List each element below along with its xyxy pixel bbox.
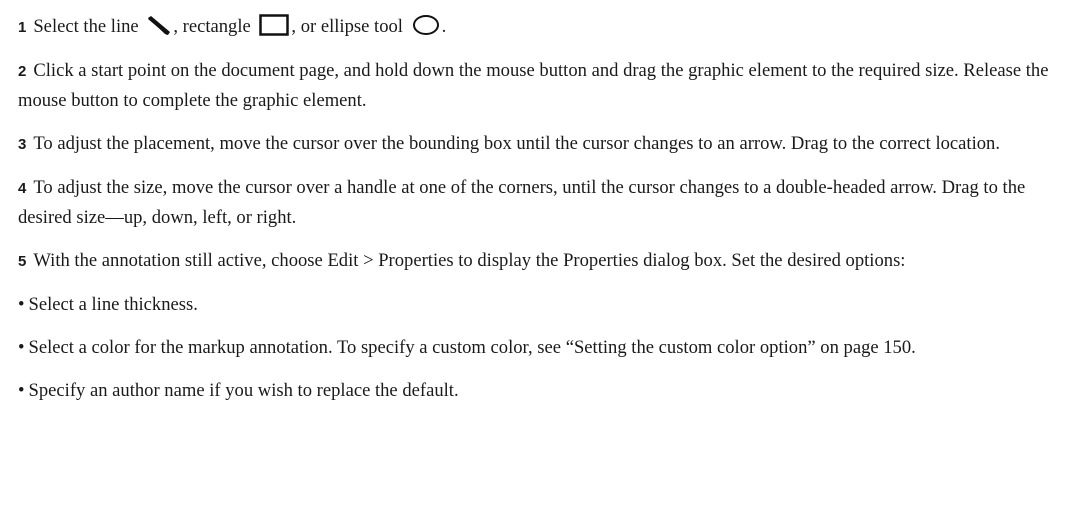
bullet-item-line-thickness: • Select a line thickness. (18, 290, 1058, 319)
step-1-text-b: , rectangle (173, 16, 256, 37)
step-4-text: To adjust the size, move the cursor over… (18, 177, 1026, 228)
step-1-text-c: , or ellipse tool (291, 16, 408, 37)
step-4: 4 To adjust the size, move the cursor ove… (18, 173, 1058, 232)
bullet-marker: • (18, 337, 25, 358)
step-3-text: To adjust the placement, move the cursor… (33, 133, 1000, 154)
bullet-item-author: • Specify an author name if you wish to r… (18, 376, 1058, 405)
step-number: 3 (18, 136, 27, 153)
step-1-text-a: Select the line (33, 16, 144, 37)
document-page: 1 Select the line , rectangle , or ellips… (18, 12, 1058, 419)
rectangle-tool-icon (259, 14, 290, 36)
line-tool-icon (147, 16, 171, 36)
step-2: 2 Click a start point on the document pag… (18, 56, 1058, 115)
bullet-item-color: • Select a color for the markup annotatio… (18, 333, 1058, 362)
step-1-text-d: . (441, 16, 447, 37)
step-3: 3 To adjust the placement, move the curso… (18, 129, 1058, 159)
bullet-text: Specify an author name if you wish to re… (28, 380, 459, 401)
bullet-marker: • (18, 380, 25, 401)
step-number: 5 (18, 253, 27, 270)
step-number: 1 (18, 19, 27, 36)
step-1: 1 Select the line , rectangle , or ellips… (18, 12, 1058, 42)
step-number: 2 (18, 63, 27, 80)
bullet-marker: • (18, 294, 25, 315)
step-5-text: With the annotation still active, choose… (33, 250, 906, 271)
step-5: 5 With the annotation still active, choos… (18, 246, 1058, 276)
bullet-text: Select a line thickness. (28, 294, 198, 315)
step-2-text: Click a start point on the document page… (18, 60, 1049, 111)
step-number: 4 (18, 180, 27, 197)
ellipse-tool-icon (412, 14, 440, 36)
bullet-text: Select a color for the markup annotation… (28, 337, 916, 358)
